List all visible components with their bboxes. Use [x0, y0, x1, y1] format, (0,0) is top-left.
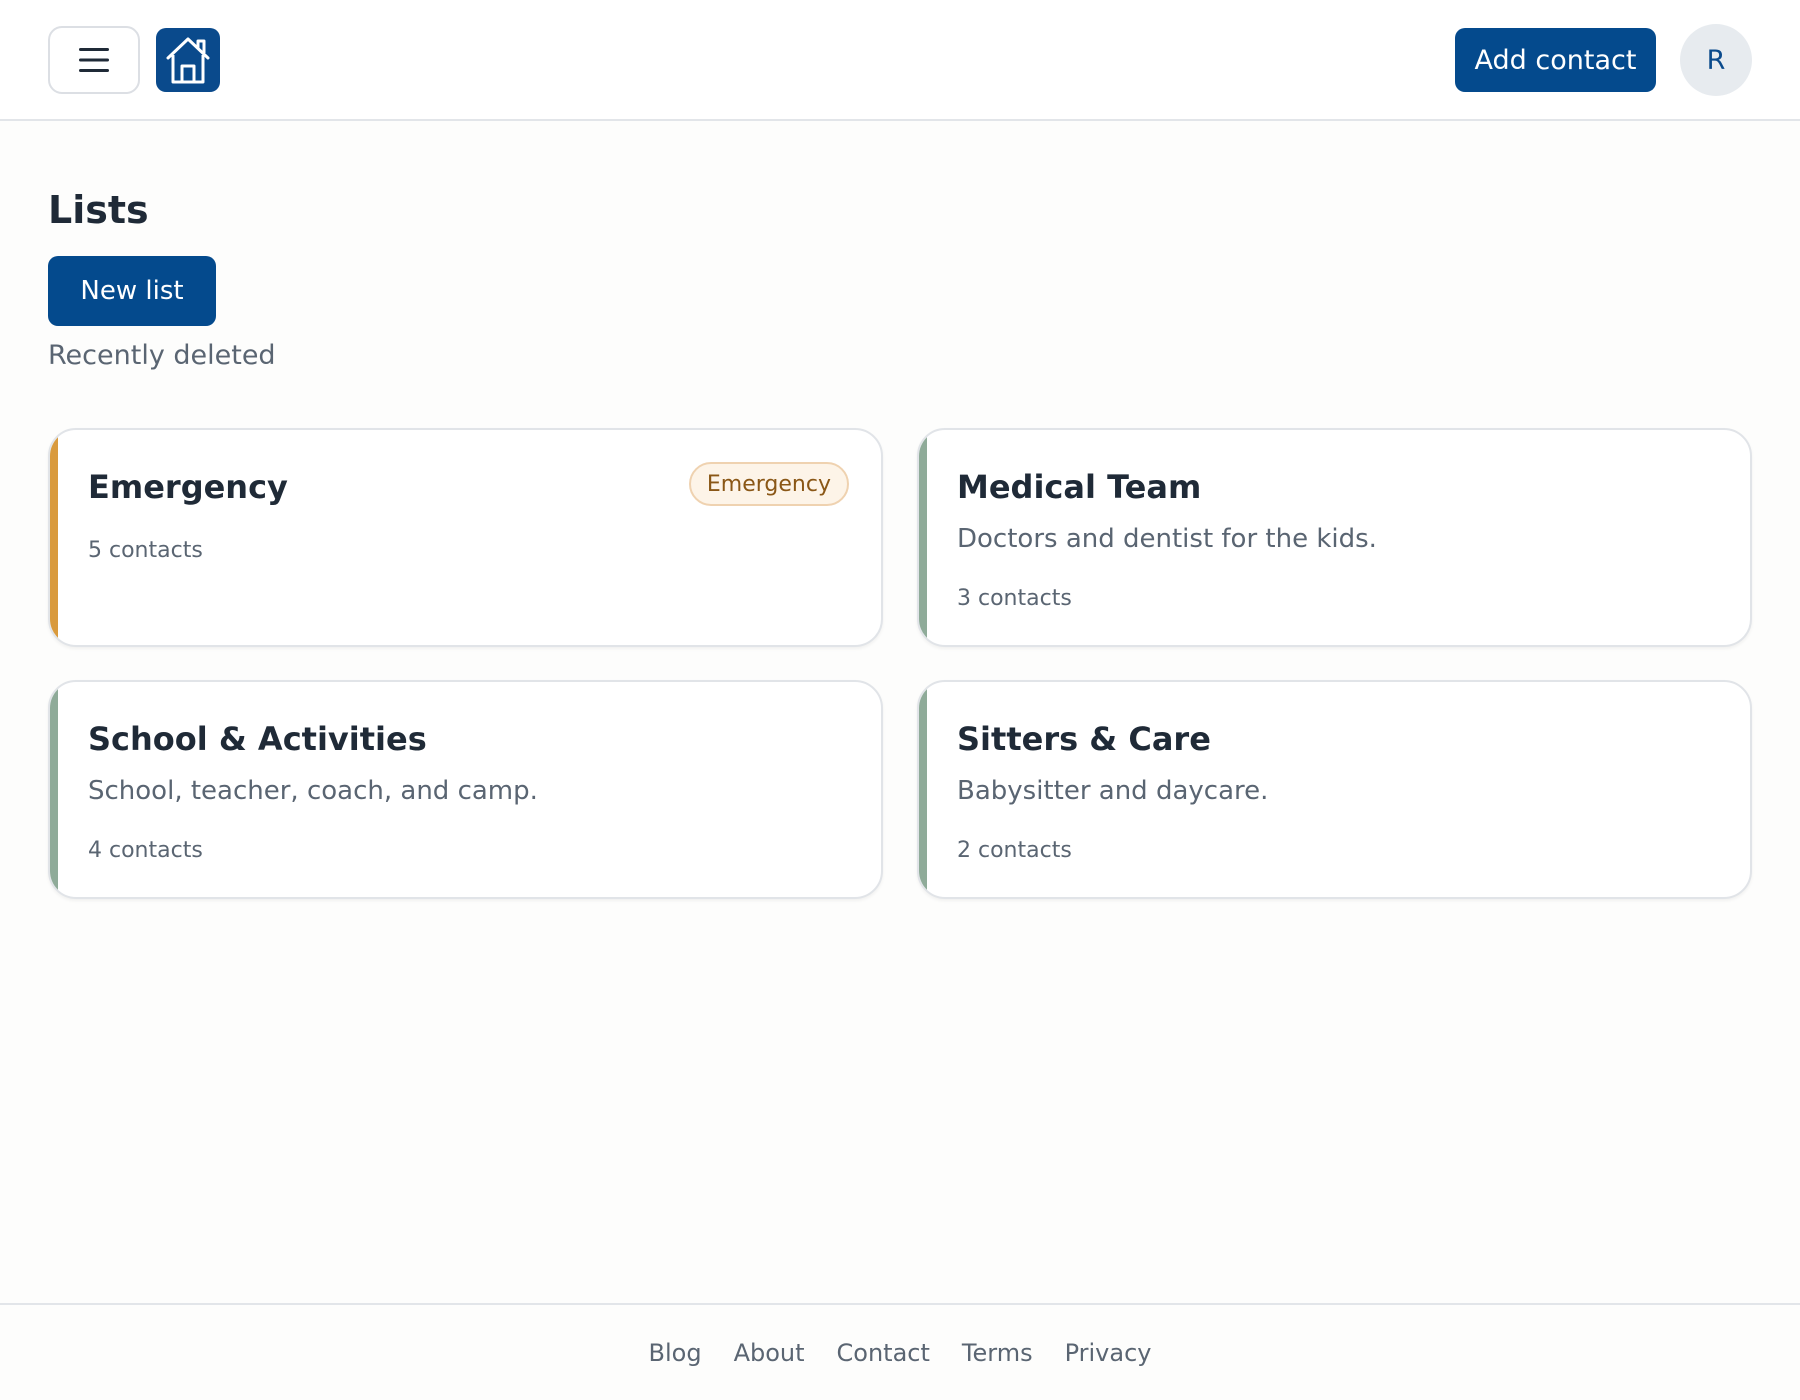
card-contact-count: 4 contacts — [88, 838, 203, 863]
card-title: Sitters & Care — [957, 720, 1211, 758]
hamburger-menu-icon — [79, 48, 109, 72]
new-list-button[interactable]: New list — [48, 256, 216, 326]
card-title: Medical Team — [957, 468, 1202, 506]
footer-link-privacy[interactable]: Privacy — [1065, 1339, 1152, 1367]
card-contact-count: 2 contacts — [957, 838, 1072, 863]
footer: Blog About Contact Terms Privacy — [0, 1303, 1800, 1400]
card-description: Doctors and dentist for the kids. — [957, 524, 1377, 554]
footer-link-terms[interactable]: Terms — [962, 1339, 1033, 1367]
home-logo[interactable] — [156, 28, 220, 92]
footer-link-contact[interactable]: Contact — [837, 1339, 930, 1367]
emergency-badge: Emergency — [688, 462, 849, 506]
card-description: Babysitter and daycare. — [957, 776, 1269, 806]
list-card-school-activities[interactable]: School & Activities School, teacher, coa… — [48, 680, 883, 899]
list-card-emergency[interactable]: Emergency Emergency 5 contacts — [48, 428, 883, 647]
top-bar: Add contact R — [0, 0, 1800, 121]
recently-deleted-link[interactable]: Recently deleted — [48, 340, 276, 371]
page-title: Lists — [48, 188, 149, 232]
card-accent-bar — [919, 682, 927, 897]
user-avatar[interactable]: R — [1680, 24, 1752, 96]
menu-button[interactable] — [48, 26, 140, 94]
card-contact-count: 5 contacts — [88, 538, 203, 563]
card-contact-count: 3 contacts — [957, 586, 1072, 611]
list-card-medical-team[interactable]: Medical Team Doctors and dentist for the… — [917, 428, 1752, 647]
add-contact-button[interactable]: Add contact — [1455, 28, 1656, 92]
card-accent-bar — [50, 682, 58, 897]
list-card-sitters-care[interactable]: Sitters & Care Babysitter and daycare. 2… — [917, 680, 1752, 899]
house-icon — [166, 37, 210, 84]
card-description: School, teacher, coach, and camp. — [88, 776, 538, 806]
footer-links: Blog About Contact Terms Privacy — [0, 1339, 1800, 1367]
card-accent-bar — [919, 430, 927, 645]
footer-link-about[interactable]: About — [734, 1339, 805, 1367]
card-title: Emergency — [88, 468, 288, 506]
card-accent-bar — [50, 430, 58, 645]
card-title: School & Activities — [88, 720, 427, 758]
footer-link-blog[interactable]: Blog — [649, 1339, 702, 1367]
